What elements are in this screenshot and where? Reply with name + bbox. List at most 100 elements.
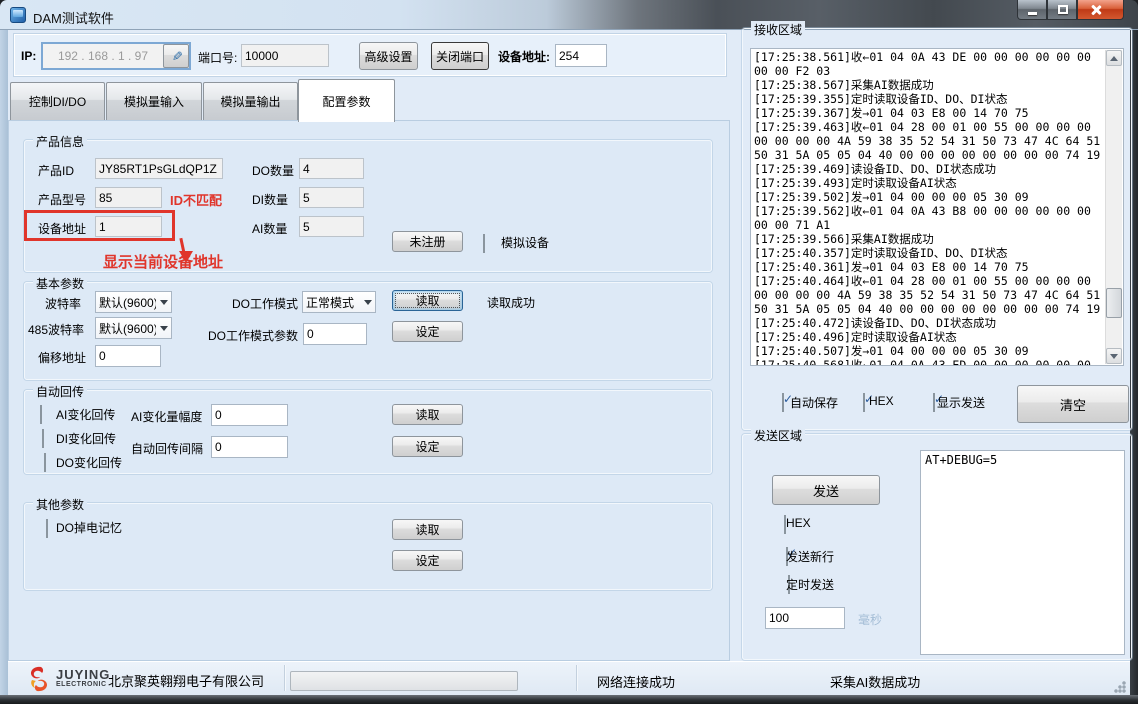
auto-report-title: 自动回传 [33,383,87,400]
do-change-label: DO变化回传 [56,454,122,471]
do-memory-checkbox[interactable] [46,519,48,538]
basic-read-button[interactable]: 读取 [392,290,463,311]
status-bar: JUYING ELECTRONIC 北京聚英翱翔电子有限公司 网络连接成功 采集… [8,661,1130,695]
amplitude-input[interactable] [211,404,288,426]
scrollbar-thumb[interactable] [1106,288,1122,318]
baud485-label: 485波特率 [28,321,84,338]
amplitude-label: AI变化量幅度 [131,408,202,425]
tab-analog-input[interactable]: 模拟量输入 [106,82,202,120]
offset-input[interactable] [95,345,161,367]
baud485-combo[interactable]: 默认(9600) [95,317,172,339]
do-change-checkbox[interactable] [44,453,46,472]
simulate-device-label: 模拟设备 [501,234,549,251]
title-bar[interactable]: DAM测试软件 [0,0,1138,30]
app-icon [10,7,26,23]
auto-read-button[interactable]: 读取 [392,404,463,425]
close-button[interactable] [1077,0,1124,20]
auto-interval-label: 自动回传间隔 [131,440,203,457]
receive-log-text: [17:25:38.561]收←01 04 0A 43 DE 00 00 00 … [754,50,1104,366]
do-count-label: DO数量 [252,162,294,179]
juying-logo-icon [26,666,52,692]
di-change-label: DI变化回传 [56,430,116,447]
receive-area-title: 接收区域 [751,21,805,38]
receive-hex-checkbox[interactable] [863,393,865,412]
auto-interval-input[interactable] [211,436,288,458]
maximize-button[interactable] [1047,0,1077,20]
ip-label: IP: [21,49,36,63]
timed-send-label: 定时发送 [786,576,834,593]
do-count-input[interactable] [299,158,364,179]
close-port-button[interactable]: 关闭端口 [431,42,489,70]
product-id-label: 产品ID [38,162,74,179]
product-model-input[interactable] [95,187,162,208]
edit-ip-button[interactable]: ✎ [163,44,189,68]
di-count-label: DI数量 [252,191,288,208]
auto-set-button[interactable]: 设定 [392,436,463,457]
do-mode-param-input[interactable] [303,323,367,345]
ai-status-text: 采集AI数据成功 [830,672,920,691]
send-content-textarea[interactable]: AT+DEBUG=5 [920,450,1125,655]
send-button[interactable]: 发送 [772,475,880,505]
baud-value: 默认(9600) [96,294,156,311]
ai-change-checkbox[interactable] [40,405,42,424]
basic-set-button[interactable]: 设定 [392,321,463,342]
tab-analog-output[interactable]: 模拟量输出 [203,82,298,120]
window-controls [1017,0,1124,20]
company-name: 北京聚英翱翔电子有限公司 [108,671,264,690]
device-address-label: 设备地址: [498,48,550,65]
register-button[interactable]: 未注册 [392,231,463,252]
offset-label: 偏移地址 [38,349,86,366]
ip-input[interactable] [43,44,163,68]
progress-bar [290,671,518,691]
window-border-left [0,30,8,695]
chevron-down-icon [156,292,171,312]
tab-config-params[interactable]: 配置参数 [298,79,395,122]
scroll-up-button[interactable] [1106,50,1122,66]
send-area-title: 发送区域 [751,427,805,444]
minimize-button[interactable] [1017,0,1047,20]
autosave-label: 自动保存 [790,394,838,411]
window-title: DAM测试软件 [33,8,114,27]
tab-control-dido[interactable]: 控制DI/DO [10,82,105,120]
send-interval-input[interactable] [765,607,845,629]
simulate-device-checkbox[interactable] [483,234,485,253]
device-address-input[interactable] [555,44,607,67]
statusbar-separator [284,665,285,691]
receive-log[interactable]: [17:25:38.561]收←01 04 0A 43 DE 00 00 00 … [750,48,1124,366]
baud-label: 波特率 [45,295,81,312]
ai-count-input[interactable] [299,216,364,237]
di-change-checkbox[interactable] [42,429,44,448]
send-newline-label: 发送新行 [786,548,834,565]
chevron-down-icon [360,292,375,312]
other-params-group: 其他参数 [24,503,712,590]
resize-grip[interactable] [1114,681,1126,693]
statusbar-separator-2 [576,665,577,691]
receive-hex-label: HEX [869,394,894,408]
product-info-title: 产品信息 [33,133,87,150]
product-id-input[interactable] [95,158,223,179]
show-send-checkbox[interactable] [933,393,935,412]
advanced-settings-button[interactable]: 高级设置 [359,42,418,70]
milliseconds-label: 毫秒 [858,611,882,628]
other-params-title: 其他参数 [33,496,87,513]
receive-scrollbar[interactable] [1105,50,1122,364]
product-model-label: 产品型号 [38,191,86,208]
do-memory-label: DO掉电记忆 [56,519,122,536]
auto-report-group: 自动回传 [24,390,712,474]
baud-combo[interactable]: 默认(9600) [95,291,172,313]
other-set-button[interactable]: 设定 [392,550,463,571]
send-hex-label: HEX [786,516,811,530]
autosave-checkbox[interactable] [782,393,784,412]
minimize-icon [1028,12,1037,15]
do-mode-combo[interactable]: 正常模式 [302,291,376,313]
port-input[interactable] [241,44,329,67]
scroll-down-button[interactable] [1106,348,1122,364]
scroll-up-icon [1110,56,1118,61]
di-count-input[interactable] [299,187,364,208]
ip-field-group: ✎ [41,42,191,70]
scroll-down-icon [1110,354,1118,359]
other-read-button[interactable]: 读取 [392,519,463,540]
do-mode-label: DO工作模式 [232,295,298,312]
logo-text-bottom: ELECTRONIC [56,681,107,688]
clear-button[interactable]: 清空 [1017,385,1129,423]
